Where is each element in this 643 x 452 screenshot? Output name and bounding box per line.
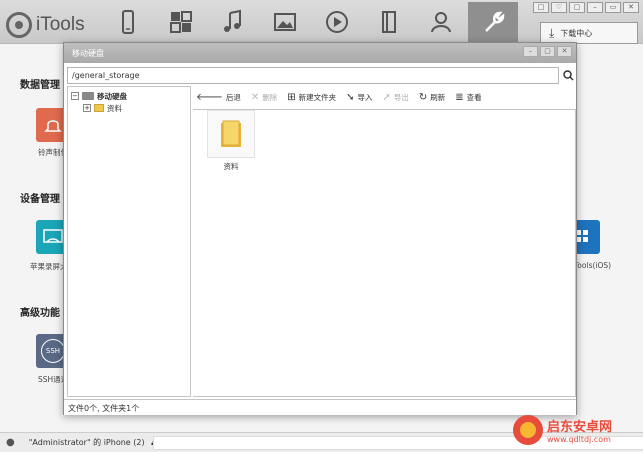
- device-name[interactable]: "Administrator" 的 iPhone (2): [29, 437, 145, 448]
- export-icon: ➚: [382, 91, 391, 103]
- video-icon[interactable]: [319, 4, 355, 40]
- top-toolbar: iTools □ ♡ ▢ – ▭ ✕ ⤓ 下载中心: [0, 0, 643, 44]
- settings-button[interactable]: ▢: [569, 2, 585, 13]
- tools-icon[interactable]: [468, 2, 518, 42]
- view-icon: ≣: [455, 91, 464, 103]
- contacts-icon[interactable]: [423, 4, 459, 40]
- download-center-label: 下载中心: [560, 28, 593, 38]
- search-icon: [563, 70, 574, 81]
- dialog-titlebar[interactable]: 移动硬盘 – ▢ ✕: [64, 43, 576, 63]
- export-button[interactable]: ➚ 导出: [383, 92, 409, 103]
- file-name: 资料: [223, 162, 239, 171]
- watermark-url: www.qdltdj.com: [547, 435, 611, 444]
- file-item[interactable]: 资料: [207, 110, 255, 172]
- watermark: 启东安卓网 www.qdltdj.com: [513, 412, 641, 448]
- dialog-minimize-button[interactable]: –: [523, 46, 538, 57]
- window-controls: □ ♡ ▢ – ▭ ✕: [533, 2, 639, 13]
- import-button[interactable]: ➘ 导入: [346, 92, 372, 103]
- folder-icon: [221, 120, 241, 147]
- drive-icon: [82, 92, 94, 100]
- download-icon: ⤓: [549, 25, 555, 40]
- delete-button[interactable]: ✕ 删除: [251, 92, 277, 103]
- dialog-maximize-button[interactable]: ▢: [540, 46, 555, 57]
- expand-toggle[interactable]: +: [83, 104, 91, 112]
- app-label: 苹果录屏大: [30, 262, 68, 271]
- tree-item-label: 移动硬盘: [97, 91, 127, 101]
- back-label: 后退: [225, 92, 241, 102]
- new-folder-icon: ⊞: [287, 91, 296, 103]
- export-label: 导出: [393, 92, 409, 102]
- folder-icon: [94, 104, 104, 112]
- app-title: iTools: [36, 14, 85, 35]
- collapse-toggle[interactable]: −: [71, 92, 79, 100]
- screen-icon: [43, 229, 63, 243]
- section-title-advanced: 高级功能: [20, 308, 60, 319]
- dialog-controls: – ▢ ✕: [523, 46, 572, 57]
- dialog-status: 文件0个, 文件夹1个: [64, 399, 576, 415]
- section-title-device: 设备管理: [20, 194, 60, 205]
- storage-dialog: 移动硬盘 – ▢ ✕ /general_storage − 移动硬盘 + 资料 …: [63, 42, 577, 415]
- photo-icon[interactable]: [267, 4, 303, 40]
- view-label: 查看: [466, 92, 482, 102]
- tree-item-label: 资料: [107, 103, 122, 113]
- file-toolbar: 🡐 后退 ✕ 删除 ⊞ 新建文件夹 ➘ 导入 ➚ 导出 ↻ 刷新 ≣ 查看: [193, 86, 575, 108]
- new-folder-label: 新建文件夹: [298, 92, 337, 102]
- music-icon[interactable]: [215, 4, 251, 40]
- import-label: 导入: [357, 92, 373, 102]
- maximize-button[interactable]: ▭: [605, 2, 621, 13]
- section-title-data: 数据管理: [20, 80, 60, 91]
- back-button[interactable]: 🡐 后退: [196, 91, 241, 103]
- close-button[interactable]: ✕: [623, 2, 639, 13]
- import-icon: ➘: [346, 91, 355, 103]
- favorite-button[interactable]: ♡: [551, 2, 567, 13]
- app-logo: iTools: [6, 12, 85, 38]
- tree-item-folder[interactable]: + 资料: [71, 102, 187, 114]
- dialog-close-button[interactable]: ✕: [557, 46, 572, 57]
- itools-logo-icon: [6, 12, 32, 38]
- bell-icon: [44, 120, 62, 132]
- back-arrow-icon: 🡐: [196, 92, 223, 103]
- refresh-button[interactable]: ↻ 刷新: [419, 92, 445, 103]
- download-center-button[interactable]: ⤓ 下载中心: [540, 22, 638, 44]
- path-input[interactable]: /general_storage: [67, 67, 559, 84]
- refresh-icon: ↻: [418, 91, 428, 103]
- watermark-name: 启东安卓网: [547, 420, 613, 435]
- watermark-logo-icon: [513, 415, 543, 445]
- books-icon[interactable]: [371, 4, 407, 40]
- tree-item-root[interactable]: − 移动硬盘: [71, 90, 187, 102]
- new-folder-button[interactable]: ⊞ 新建文件夹: [287, 92, 336, 103]
- file-list: 资料: [193, 109, 576, 397]
- minimize-button[interactable]: –: [587, 2, 603, 13]
- ssh-icon: SSH: [41, 339, 65, 363]
- dialog-title: 移动硬盘: [72, 49, 104, 58]
- device-icon[interactable]: [110, 4, 146, 40]
- search-button[interactable]: [560, 67, 577, 84]
- folder-tree: − 移动硬盘 + 资料: [67, 86, 191, 397]
- delete-icon: ✕: [250, 91, 260, 103]
- delete-label: 删除: [262, 92, 278, 102]
- apple-icon: ●: [6, 437, 15, 448]
- refresh-label: 刷新: [430, 92, 446, 102]
- skin-button[interactable]: □: [533, 2, 549, 13]
- apps-icon[interactable]: [163, 4, 199, 40]
- app-label: Tools(iOS): [574, 261, 612, 270]
- file-thumbnail: [207, 110, 255, 158]
- view-button[interactable]: ≣ 查看: [455, 92, 481, 103]
